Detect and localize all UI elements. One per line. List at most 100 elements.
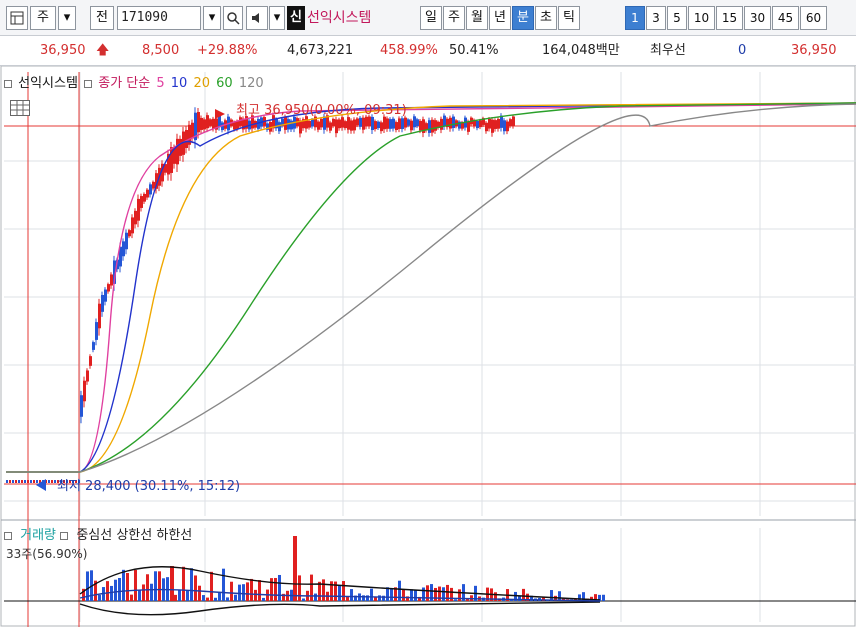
candle-body [332, 118, 335, 126]
period-button[interactable]: 분 [512, 6, 534, 30]
volume-bar [114, 579, 117, 601]
volume-bar [186, 590, 189, 601]
candle-body [48, 480, 50, 483]
toolbar: 주 ▾ 전 171090 ▾ ▾ 신 선익시스템 일 주 월 년 분 초 틱 1 3 5 10 15 3… [0, 0, 856, 36]
interval-button[interactable]: 3 [646, 6, 666, 30]
candle-body [197, 112, 200, 133]
candle-body [410, 120, 413, 131]
candle-body [200, 117, 203, 130]
candle-body [335, 119, 338, 134]
volume-bar [550, 590, 553, 601]
candle-body [290, 120, 293, 130]
layout-icon[interactable] [6, 6, 28, 30]
speaker-icon[interactable] [246, 6, 268, 30]
search-icon[interactable] [223, 6, 243, 30]
candle-body [137, 198, 140, 221]
volume-lower-line-label: 하한선 [156, 528, 193, 543]
candle-body [191, 122, 194, 139]
interval-button[interactable]: 30 [744, 6, 771, 30]
candle-body [54, 480, 56, 483]
volume-legend-title: 거래량 [20, 528, 57, 543]
period-button[interactable]: 년 [489, 6, 511, 30]
candle-body [80, 395, 83, 417]
candle-body [86, 370, 89, 382]
volume-bar [218, 592, 221, 601]
volume-bar [178, 590, 181, 601]
candle-body [416, 119, 419, 126]
volume-bar [170, 566, 174, 601]
candle-body [206, 115, 209, 129]
period-button[interactable]: 초 [535, 6, 557, 30]
candle-body [329, 122, 332, 131]
candle-body [452, 116, 455, 129]
volume-bar [130, 594, 133, 601]
candle-body [218, 115, 221, 128]
grid-table-icon[interactable] [10, 100, 30, 116]
period-button[interactable]: 일 [420, 6, 442, 30]
interval-button[interactable]: 1 [625, 6, 645, 30]
candle-body [24, 480, 26, 483]
candle-body [467, 121, 470, 132]
code-dropdown-icon[interactable]: ▾ [203, 6, 221, 30]
period-button[interactable]: 틱 [558, 6, 580, 30]
candle-body [344, 121, 347, 129]
price-change-pct: +29.88% [197, 43, 258, 58]
volume-bar [122, 569, 125, 601]
legend-ma10: 10 [170, 76, 188, 91]
volume-bar [270, 578, 273, 601]
candle-body [12, 480, 14, 483]
candle-body [134, 210, 137, 225]
candle-body [383, 116, 386, 130]
candle-body [36, 480, 38, 483]
volume-bar [138, 589, 141, 601]
volume-bar [206, 597, 209, 601]
prev-button[interactable]: 전 [90, 6, 114, 30]
current-price: 36,950 [40, 43, 86, 58]
volume-bar [110, 585, 113, 601]
interval-button[interactable]: 15 [716, 6, 743, 30]
volume-bar [198, 585, 201, 601]
candle-body [431, 119, 434, 133]
candle-body [27, 480, 29, 483]
speaker-dropdown-icon[interactable]: ▾ [269, 6, 285, 30]
stock-code-input[interactable]: 171090 [117, 6, 201, 30]
candle-body [389, 119, 392, 129]
candle-body [131, 217, 134, 234]
candle-body [443, 115, 446, 127]
price-change: 8,500 [142, 43, 180, 58]
candle-body [377, 121, 380, 129]
candle-body [488, 118, 491, 129]
interval-button[interactable]: 10 [688, 6, 715, 30]
stock-name: 선익시스템 [307, 10, 372, 26]
volume-bar [262, 597, 265, 601]
volume-bar [274, 577, 277, 601]
candle-body [497, 118, 500, 129]
high-annotation: 최고 36,950(0.00%, 09:31) [236, 103, 407, 118]
volume-bar [370, 588, 373, 601]
candle-body [311, 119, 314, 127]
interval-button[interactable]: 60 [800, 6, 827, 30]
market-select[interactable]: 주 [30, 6, 56, 30]
period-button[interactable]: 월 [466, 6, 488, 30]
period-button[interactable]: 주 [443, 6, 465, 30]
order-qty: 0 [738, 43, 747, 58]
chart-legend: 선익시스템 종가 단순 5 10 20 60 120 [4, 74, 266, 94]
candle-body [512, 116, 515, 126]
turnover-rate: 50.41% [449, 43, 499, 58]
volume-bar [558, 591, 561, 601]
volume-bar [230, 581, 233, 601]
candle-body [395, 122, 398, 131]
interval-button[interactable]: 5 [667, 6, 687, 30]
candle-body [6, 480, 8, 483]
volume-bar [154, 571, 157, 601]
price-bar: 36,950 🡅 8,500 +29.88% 4,673,221 458.99%… [0, 36, 856, 66]
volume-bar [182, 566, 185, 601]
market-dropdown-icon[interactable]: ▾ [58, 6, 76, 30]
order-label: 최우선 [650, 43, 686, 58]
volume-bar [98, 594, 101, 601]
candle-body [404, 117, 407, 128]
volume-bar [210, 571, 213, 601]
volume-bar [310, 574, 313, 601]
candle-body [341, 117, 344, 128]
interval-button[interactable]: 45 [772, 6, 799, 30]
